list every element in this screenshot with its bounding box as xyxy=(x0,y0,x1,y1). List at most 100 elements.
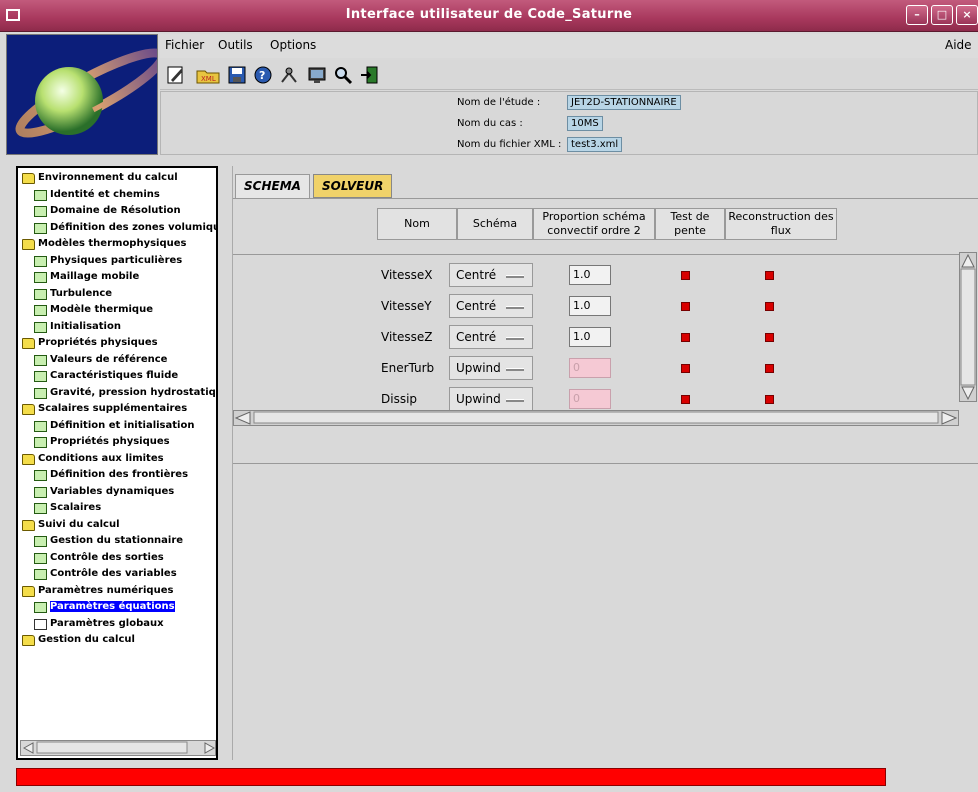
document-icon xyxy=(34,486,47,498)
proportion-input[interactable]: 1.0 xyxy=(569,265,611,285)
tree-item-label: Scalaires xyxy=(50,502,102,513)
test-pente-checkbox[interactable] xyxy=(681,271,690,280)
dropdown-indicator-icon xyxy=(506,306,524,309)
edit-icon[interactable] xyxy=(165,64,187,86)
folder-icon xyxy=(22,519,35,531)
test-pente-checkbox[interactable] xyxy=(681,333,690,342)
tree-item-label: Définition des frontières xyxy=(50,469,189,480)
document-icon xyxy=(34,387,47,399)
document-icon xyxy=(34,618,47,630)
header-test-pente: Test de pente xyxy=(655,208,725,240)
tree-item-label: Gestion du stationnaire xyxy=(50,535,184,546)
help-icon[interactable]: ? xyxy=(252,64,274,86)
tree-item-label: Conditions aux limites xyxy=(38,452,164,464)
document-icon xyxy=(34,371,47,382)
schema-dropdown[interactable]: Centré xyxy=(449,263,533,287)
tab-schema[interactable]: SCHEMA xyxy=(235,174,310,198)
document-icon xyxy=(34,354,47,366)
test-pente-checkbox[interactable] xyxy=(681,302,690,311)
window-titlebar[interactable]: Interface utilisateur de Code_Saturne – … xyxy=(0,0,978,32)
table-horizontal-scrollbar[interactable] xyxy=(233,410,959,426)
case-name-value: 10MS xyxy=(567,116,603,131)
menu-outils[interactable]: Outils xyxy=(218,38,253,52)
schema-dropdown[interactable]: Centré xyxy=(449,294,533,318)
folder-icon xyxy=(22,635,35,646)
search-icon[interactable] xyxy=(332,64,354,86)
tree-item-label: Contrôle des variables xyxy=(50,568,177,579)
document-icon xyxy=(34,503,47,514)
study-info-panel: Nom de l'étude : JET2D-STATIONNAIRE Nom d… xyxy=(160,91,978,155)
window-title: Interface utilisateur de Code_Saturne xyxy=(345,7,633,22)
tree-item-label: Contrôle des sorties xyxy=(50,551,164,563)
document-icon xyxy=(34,437,47,448)
maximize-button[interactable]: □ xyxy=(931,5,953,25)
case-name-row: Nom du cas : 10MS xyxy=(457,116,603,131)
case-name-label: Nom du cas : xyxy=(457,118,523,129)
equations-table: VitesseX Centré 1.0 VitesseY Centré 1.0 Vitess… xyxy=(233,254,959,412)
schema-dropdown-value: Upwind xyxy=(456,392,501,406)
screen-icon[interactable] xyxy=(306,64,328,86)
proportion-input[interactable]: 0 xyxy=(569,389,611,409)
document-icon xyxy=(34,536,47,547)
tree-item-label: Maillage mobile xyxy=(50,271,140,282)
tree-item-label: Identité et chemins xyxy=(50,188,160,200)
tree-item-label: Suivi du calcul xyxy=(38,518,120,530)
tree-item-label: Caractéristiques fluide xyxy=(50,370,179,381)
row-nom: VitesseX xyxy=(381,268,433,282)
tree-item-label: Définition des zones volumiques xyxy=(50,221,218,233)
svg-text:?: ? xyxy=(259,69,265,82)
menu-fichier[interactable]: Fichier xyxy=(165,38,204,52)
reconstruction-checkbox[interactable] xyxy=(765,271,774,280)
tree-item-label: Paramètres numériques xyxy=(38,584,174,596)
document-icon xyxy=(34,420,47,432)
tree-item-label: Modèles thermophysiques xyxy=(38,238,187,249)
document-icon xyxy=(34,288,47,300)
dropdown-indicator-icon xyxy=(506,275,524,278)
test-pente-checkbox[interactable] xyxy=(681,364,690,373)
xml-file-label: Nom du fichier XML : xyxy=(457,139,562,150)
tree-item-label: Environnement du calcul xyxy=(38,172,178,183)
header-proportion: Proportion schéma convectif ordre 2 xyxy=(533,208,655,240)
save-icon[interactable] xyxy=(226,64,248,86)
tree-item-label: Variables dynamiques xyxy=(50,485,175,497)
document-icon xyxy=(34,272,47,283)
schema-dropdown[interactable]: Centré xyxy=(449,325,533,349)
schema-dropdown-value: Centré xyxy=(456,299,497,313)
exit-icon[interactable] xyxy=(358,64,380,86)
close-button[interactable]: × xyxy=(956,5,978,25)
document-icon xyxy=(34,602,47,613)
minimize-button[interactable]: – xyxy=(906,5,928,25)
document-icon xyxy=(34,569,47,580)
document-icon xyxy=(34,470,47,481)
header-schema: Schéma xyxy=(457,208,533,240)
tree-item-label: Physiques particulières xyxy=(50,254,183,266)
document-icon xyxy=(34,552,47,564)
header-reconstruction: Reconstruction des flux xyxy=(725,208,837,240)
open-xml-icon[interactable]: XML xyxy=(195,64,220,86)
menu-aide[interactable]: Aide xyxy=(945,38,972,52)
proportion-input[interactable]: 0 xyxy=(569,358,611,378)
document-icon xyxy=(34,189,47,201)
header-nom: Nom xyxy=(377,208,457,240)
menu-bar: Fichier Outils Options Aide xyxy=(160,34,978,58)
proportion-input[interactable]: 1.0 xyxy=(569,296,611,316)
schema-dropdown[interactable]: Upwind xyxy=(449,387,533,411)
study-name-label: Nom de l'étude : xyxy=(457,97,541,108)
schema-dropdown[interactable]: Upwind xyxy=(449,356,533,380)
tree-horizontal-scrollbar[interactable] xyxy=(20,740,216,756)
tab-solveur[interactable]: SOLVEUR xyxy=(313,174,393,198)
table-vertical-scrollbar[interactable] xyxy=(959,252,977,402)
reconstruction-checkbox[interactable] xyxy=(765,395,774,404)
proportion-input[interactable]: 1.0 xyxy=(569,327,611,347)
menu-options[interactable]: Options xyxy=(270,38,316,52)
tree-item-label: Turbulence xyxy=(50,287,113,299)
reconstruction-checkbox[interactable] xyxy=(765,302,774,311)
tools-icon[interactable] xyxy=(278,64,300,86)
reconstruction-checkbox[interactable] xyxy=(765,364,774,373)
tree-item-label: Définition et initialisation xyxy=(50,419,195,431)
xml-file-row: Nom du fichier XML : test3.xml xyxy=(457,137,623,152)
row-nom: EnerTurb xyxy=(381,361,435,375)
test-pente-checkbox[interactable] xyxy=(681,395,690,404)
reconstruction-checkbox[interactable] xyxy=(765,333,774,342)
tree-item-label: Gravité, pression hydrostatique xyxy=(50,386,218,398)
